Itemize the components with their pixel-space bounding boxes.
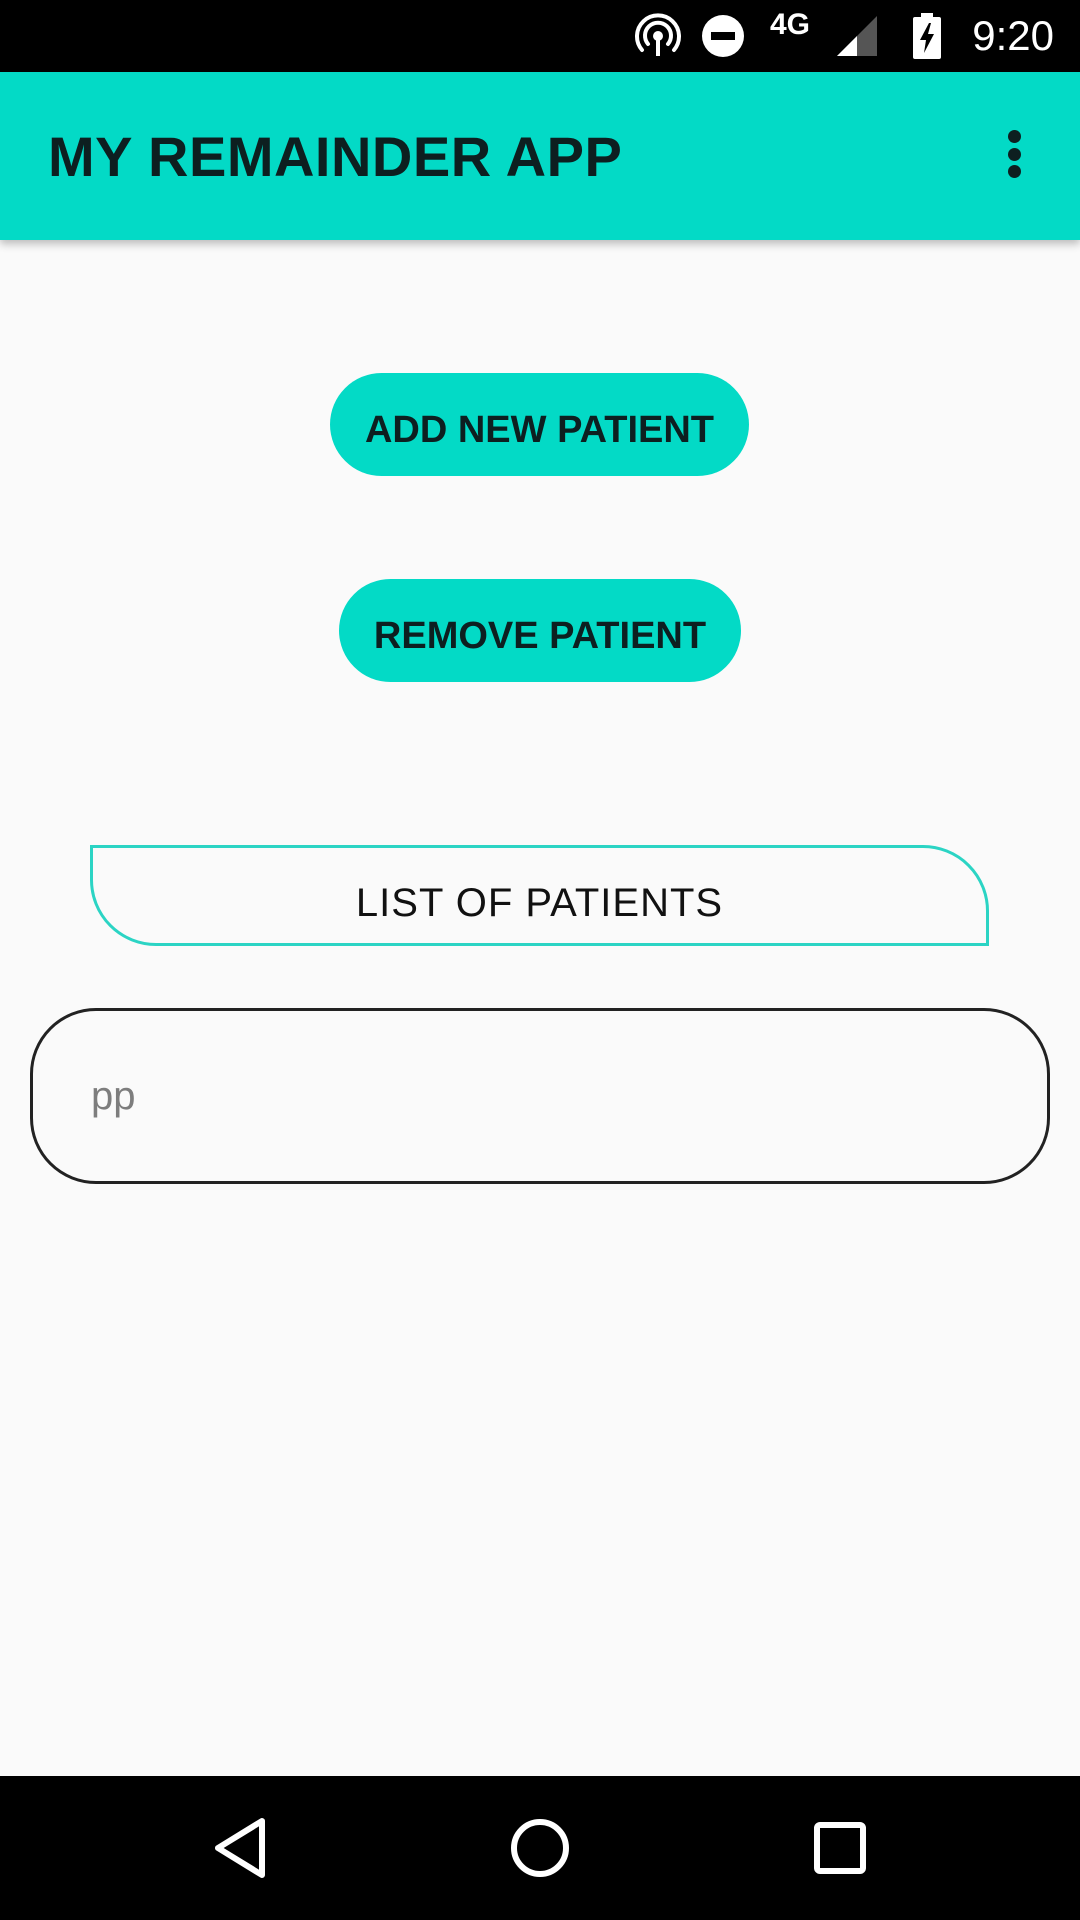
network-type-label: 4G: [770, 8, 811, 41]
screen: 4G 9:20 MY REMAINDER APP ADD NEW PATIENT…: [0, 0, 1080, 1920]
patient-list-header: LIST OF PATIENTS: [90, 845, 989, 946]
app-bar: MY REMAINDER APP: [0, 72, 1080, 240]
back-icon[interactable]: [180, 1776, 300, 1920]
do-not-disturb-icon: [698, 0, 748, 72]
status-bar: 4G 9:20: [0, 0, 1080, 72]
overflow-dot: [1007, 130, 1021, 143]
hotspot-icon: [632, 0, 684, 72]
recents-icon[interactable]: [780, 1776, 900, 1920]
more-vert-icon[interactable]: [990, 122, 1038, 186]
battery-charging-icon: [908, 0, 946, 72]
cell-signal-icon: [834, 0, 880, 72]
app-title: MY REMAINDER APP: [48, 125, 623, 188]
add-new-patient-button[interactable]: ADD NEW PATIENT: [330, 373, 749, 476]
patient-input-container: [30, 1008, 1050, 1184]
home-icon[interactable]: [480, 1776, 600, 1920]
status-clock: 9:20: [972, 12, 1054, 59]
patient-list-header-label: LIST OF PATIENTS: [355, 881, 724, 925]
patient-input[interactable]: [91, 1011, 991, 1181]
remove-patient-button[interactable]: REMOVE PATIENT: [339, 579, 741, 682]
navigation-bar: [0, 1776, 1080, 1920]
overflow-dot: [1007, 147, 1021, 161]
overflow-dot: [1007, 165, 1021, 178]
